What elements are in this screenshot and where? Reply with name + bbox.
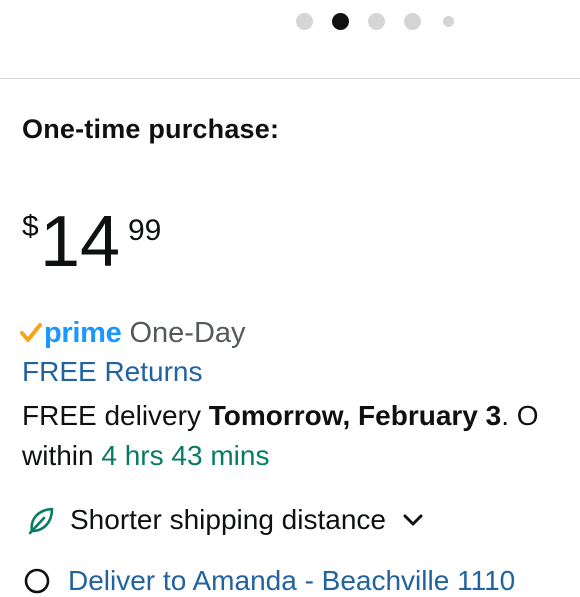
carousel-dot-2-active[interactable]	[332, 12, 349, 30]
delivery-line-2: within 4 hrs 43 mins	[22, 436, 539, 476]
prime-badge: prime One-Day	[20, 314, 246, 352]
carousel-dot-5[interactable]	[443, 15, 454, 27]
within-label: within	[22, 440, 102, 471]
delivery-date: Tomorrow, February 3	[208, 400, 502, 431]
prime-label: prime	[44, 316, 122, 349]
section-divider	[0, 78, 580, 79]
free-returns-link[interactable]: FREE Returns	[22, 356, 203, 388]
prime-check-icon	[20, 323, 42, 342]
price-whole: 14	[40, 202, 121, 282]
delivery-info: FREE delivery Tomorrow, February 3. O wi…	[22, 396, 539, 476]
deliver-to-link[interactable]: Deliver to Amanda - Beachville 1110	[22, 565, 516, 596]
shorter-shipping-toggle[interactable]: Shorter shipping distance	[26, 500, 424, 540]
price-currency: $	[22, 210, 39, 243]
delivery-line-1: FREE delivery Tomorrow, February 3. O	[22, 396, 539, 436]
image-carousel-dots	[296, 11, 473, 31]
prime-tier: One-Day	[129, 316, 246, 349]
location-pin-icon	[24, 568, 50, 594]
delivery-cut-text: . O	[501, 400, 539, 431]
shorter-shipping-label: Shorter shipping distance	[70, 504, 386, 535]
chevron-down-icon	[403, 514, 423, 526]
price-fraction: 99	[128, 214, 162, 247]
deliver-to-label: Deliver to Amanda - Beachville 1110	[68, 565, 516, 596]
purchase-type-title: One-time purchase:	[22, 114, 280, 144]
carousel-dot-4[interactable]	[404, 12, 421, 30]
carousel-dot-3[interactable]	[368, 12, 385, 30]
carousel-dot-1[interactable]	[296, 12, 313, 30]
leaf-icon	[28, 507, 54, 535]
delivery-prefix: FREE delivery	[22, 400, 209, 431]
order-time-left: 4 hrs 43 mins	[101, 440, 270, 471]
